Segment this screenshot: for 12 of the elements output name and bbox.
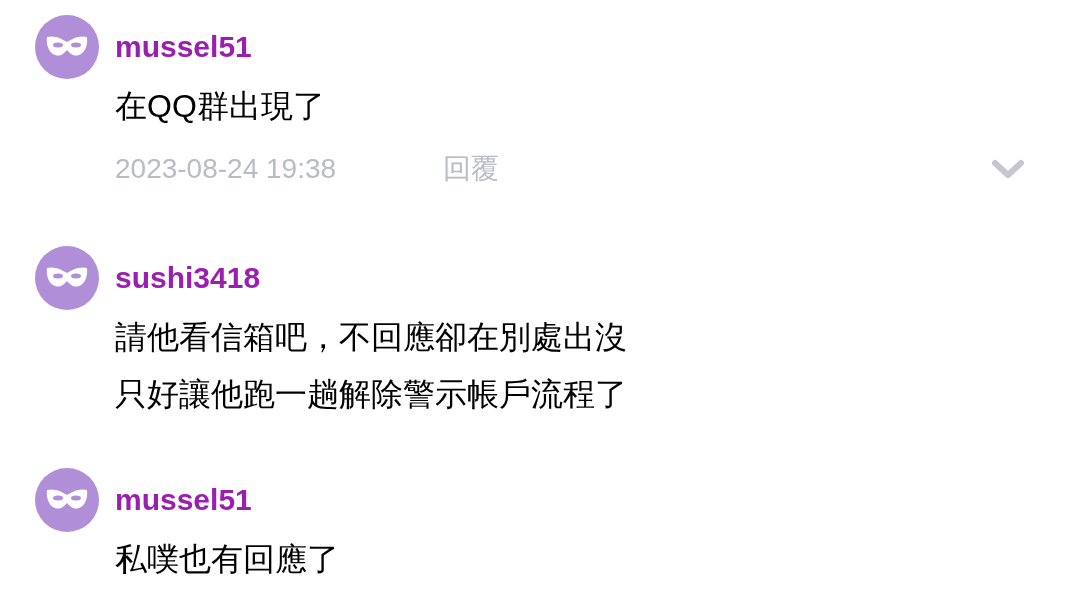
comment-text: 只好讓他跑一趟解除警示帳戶流程了 [115, 375, 628, 414]
avatar-icon [35, 246, 99, 310]
avatar-icon [35, 15, 99, 79]
timestamp: 2023-08-24 19:38 [115, 152, 338, 186]
avatar-icon [35, 468, 99, 532]
username[interactable]: mussel51 [115, 468, 1025, 532]
comment-text: 請他看信箱吧，不回應卻在別處出沒 [115, 318, 628, 357]
comment-text: 在QQ群出現了 [115, 87, 326, 126]
username[interactable]: mussel51 [115, 15, 1025, 79]
comment-text: 私噗也有回應了 [115, 540, 340, 579]
username[interactable]: sushi3418 [115, 246, 1025, 310]
chevron-down-icon[interactable] [991, 159, 1025, 179]
